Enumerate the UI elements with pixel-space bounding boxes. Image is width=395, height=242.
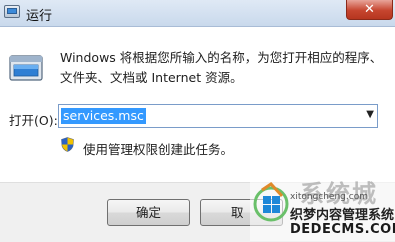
run-icon — [9, 55, 43, 81]
watermark: 系统城 xitongcheng.com 织梦内容管理系统 DEDECMS.COM — [250, 178, 395, 241]
watermark-domain-bottom: DEDECMS.COM — [290, 222, 395, 237]
close-button[interactable]: ✕ — [346, 0, 393, 20]
watermark-logo-icon — [253, 182, 289, 222]
close-icon: ✕ — [364, 2, 375, 17]
watermark-cn-text: 织梦内容管理系统 — [290, 208, 395, 223]
admin-privilege-note: 使用管理权限创建此任务。 — [83, 142, 234, 157]
shield-icon — [61, 137, 74, 152]
dropdown-arrow-icon[interactable]: ▼ — [366, 109, 374, 120]
title-bar: 运行 ✕ — [0, 0, 395, 27]
open-combobox[interactable]: services.msc ▼ — [58, 104, 378, 128]
watermark-domain: xitongcheng.com — [290, 192, 368, 202]
open-input[interactable]: services.msc — [61, 108, 146, 124]
open-label: 打开(O): — [9, 113, 58, 128]
description-text: Windows 将根据您所输入的名称，为您打开相应的程序、文件夹、文档或 Int… — [60, 50, 383, 85]
ok-button[interactable]: 确定 — [107, 199, 190, 226]
window-title: 运行 — [26, 9, 53, 24]
run-icon — [4, 5, 20, 18]
